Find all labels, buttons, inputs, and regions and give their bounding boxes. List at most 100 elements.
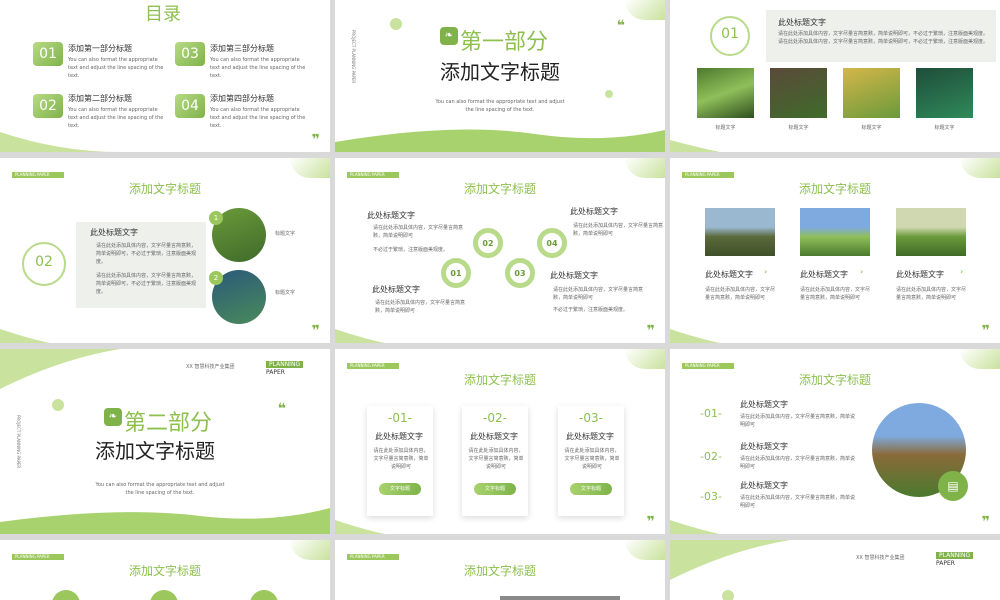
slide-section-2[interactable]: XX 智慧科技产业集团 PLANNING PAPER PROJECT PLANN… [0, 349, 330, 534]
section-part: 第一部分 [460, 30, 549, 55]
photo-4 [916, 68, 973, 118]
planning-tag: PLANNING PAPER [347, 554, 399, 560]
circle-decoration [52, 590, 80, 600]
toc-item-2-title: 添加第二部分标题 [68, 94, 132, 103]
toc-item-4-title: 添加第四部分标题 [210, 94, 274, 103]
slide-title: 添加文字标题 [463, 564, 536, 578]
slide-content-4[interactable]: PLANNING PAPER 添加文字标题 02 此处标题文字 请在此处添加具体… [0, 158, 330, 343]
corner-decoration [290, 540, 330, 560]
col-3-heading: 此处标题文字 [896, 270, 944, 279]
chevron-right-icon: › [764, 267, 768, 276]
item-badge-2: 2 [209, 271, 223, 285]
corner-decoration [625, 540, 665, 560]
toc-num-3: 03 [175, 42, 205, 66]
brand-line-1: PLANNING [266, 361, 304, 368]
item-label-1: 标题文字 [275, 231, 296, 237]
wave-decoration [335, 329, 385, 343]
section-title: 添加文字标题 [440, 60, 560, 84]
photo-2 [770, 68, 827, 118]
block-2-line-1: 请在此处添加具体内容，文字尽量言简意赅，简单说明即可 [573, 223, 664, 237]
wave-decoration [0, 508, 330, 534]
corner-decoration [625, 349, 665, 369]
panel-heading: 此处标题文字 [778, 18, 826, 27]
block-2-heading: 此处标题文字 [570, 207, 618, 216]
node-num-1: 01 [450, 269, 462, 278]
slide-title: 添加文字标题 [463, 373, 536, 387]
col-3-text: 请在此处添加具体内容，文字尽量言简意赅，简单说明即可 [896, 287, 967, 301]
row-1-heading: 此处标题文字 [740, 400, 788, 409]
slide-title: 添加文字标题 [798, 373, 871, 387]
top-wave-decoration [670, 540, 790, 580]
top-wave-decoration [0, 349, 120, 389]
brand-line-1: PLANNING [936, 552, 974, 559]
card-1-text: 请在此处添加具体内容，文字尽量言简意赅，简单说明即可 [373, 448, 429, 470]
row-2-heading: 此处标题文字 [740, 442, 788, 451]
slide-title: 添加文字标题 [798, 182, 871, 196]
node-num-3: 03 [514, 269, 526, 278]
corner-decoration [960, 158, 1000, 178]
slide-title: 添加文字标题 [463, 182, 536, 196]
photo-tractor-2 [800, 208, 870, 256]
wave-decoration [0, 329, 50, 343]
planning-tag: PLANNING PAPER [682, 363, 734, 369]
card-1-heading: 此处标题文字 [375, 432, 423, 441]
card-3-heading: 此处标题文字 [566, 432, 614, 441]
wave-decoration [335, 129, 665, 152]
col-1-heading: 此处标题文字 [705, 270, 753, 279]
ring-number: 02 [35, 254, 53, 270]
photo-3 [843, 68, 900, 118]
wave-decoration [670, 140, 720, 152]
card-2-text: 请在此处添加具体内容，文字尽量言简意赅，简单说明即可 [468, 448, 524, 470]
wave-decoration [0, 132, 120, 152]
slide-content-5[interactable]: PLANNING PAPER 添加文字标题 此处标题文字 请在此处添加具体内容，… [335, 158, 665, 343]
toc-item-1-desc: You can also format the appropriate text… [68, 57, 164, 79]
card-3-num: -03- [579, 411, 603, 425]
photo-tractor-3 [896, 208, 966, 256]
block-3-heading: 此处标题文字 [372, 285, 420, 294]
planning-tag: PLANNING PAPER [12, 554, 64, 560]
block-4-heading: 此处标题文字 [550, 271, 598, 280]
dot-decoration [390, 18, 402, 30]
dot-decoration [722, 590, 734, 600]
row-2-text: 请在此处添加具体内容，文字尽量言简意赅，简单说明即可 [740, 456, 856, 470]
slide-content-11[interactable]: PLANNING PAPER 添加文字标题 [335, 540, 665, 600]
slide-thumbnail-grid: 目录 01 添加第一部分标题 You can also format the a… [0, 0, 1000, 600]
col-1-text: 请在此处添加具体内容，文字尽量言简意赅，简单说明即可 [705, 287, 776, 301]
node-num-2: 02 [482, 239, 494, 248]
dot-decoration [605, 90, 613, 98]
slide-content-3[interactable]: 01 此处标题文字 请在此处添加具体内容，文字尽量言简意赅，简单说明即可，不必过… [670, 0, 1000, 152]
card-2-heading: 此处标题文字 [470, 432, 518, 441]
company-name: XX 智慧科技产业集团 [856, 555, 905, 561]
panel-bullet-1: 请在此处添加具体内容，文字尽量言简意赅，简单说明即可，不必过于繁琐，注意版面美观… [96, 243, 197, 265]
planning-tag: PLANNING PAPER [347, 172, 399, 178]
card-2-num: -02- [483, 411, 507, 425]
circle-decoration [150, 590, 178, 600]
block-4-line-1: 请在此处添加具体内容，文字尽量言简意赅，简单说明即可 [553, 287, 644, 301]
panel-bullet-2: 请在此处添加具体内容，文字尽量言简意赅，简单说明即可，不必过于繁琐，注意版面美观… [96, 273, 197, 295]
slide-content-6[interactable]: PLANNING PAPER 添加文字标题 此处标题文字 › 请在此处添加具体内… [670, 158, 1000, 343]
planning-tag: PLANNING PAPER [12, 172, 64, 178]
slide-content-10[interactable]: PLANNING PAPER 添加文字标题 [0, 540, 330, 600]
wave-decoration [670, 329, 720, 343]
brand-line-2: PAPER [266, 369, 285, 376]
slide-title: 添加文字标题 [128, 564, 201, 578]
item-label-2: 标题文字 [275, 290, 296, 296]
slide-content-8[interactable]: PLANNING PAPER 添加文字标题 -01- -02- -03- 此处标… [335, 349, 665, 534]
block-1-heading: 此处标题文字 [367, 211, 415, 220]
slide-section-3[interactable]: XX 智慧科技产业集团 PLANNING PAPER [670, 540, 1000, 600]
toc-item-1-title: 添加第一部分标题 [68, 44, 132, 53]
card-3-text: 请在此处添加具体内容，文字尽量言简意赅，简单说明即可 [564, 448, 620, 470]
col-2-text: 请在此处添加具体内容，文字尽量言简意赅，简单说明即可 [800, 287, 871, 301]
node-num-4: 04 [546, 239, 558, 248]
block-1-line-2: 不必过于繁琐，注意版面美观度。 [373, 247, 449, 253]
row-1-text: 请在此处添加具体内容，文字尽量言简意赅，简单说明即可 [740, 414, 856, 428]
chevron-right-icon: › [860, 267, 864, 276]
bar-decoration [500, 596, 620, 600]
company-name: XX 智慧科技产业集团 [186, 364, 235, 370]
slide-content-9[interactable]: PLANNING PAPER 添加文字标题 -01- 此处标题文字 请在此处添加… [670, 349, 1000, 534]
slide-toc[interactable]: 目录 01 添加第一部分标题 You can also format the a… [0, 0, 330, 152]
section-part: 第二部分 [124, 411, 213, 436]
slide-section-1[interactable]: PROJECT PLANNING PAPER ❧ 第一部分 添加文字标题 You… [335, 0, 665, 152]
photo-1 [697, 68, 754, 118]
toc-item-3-desc: You can also format the appropriate text… [210, 57, 306, 79]
